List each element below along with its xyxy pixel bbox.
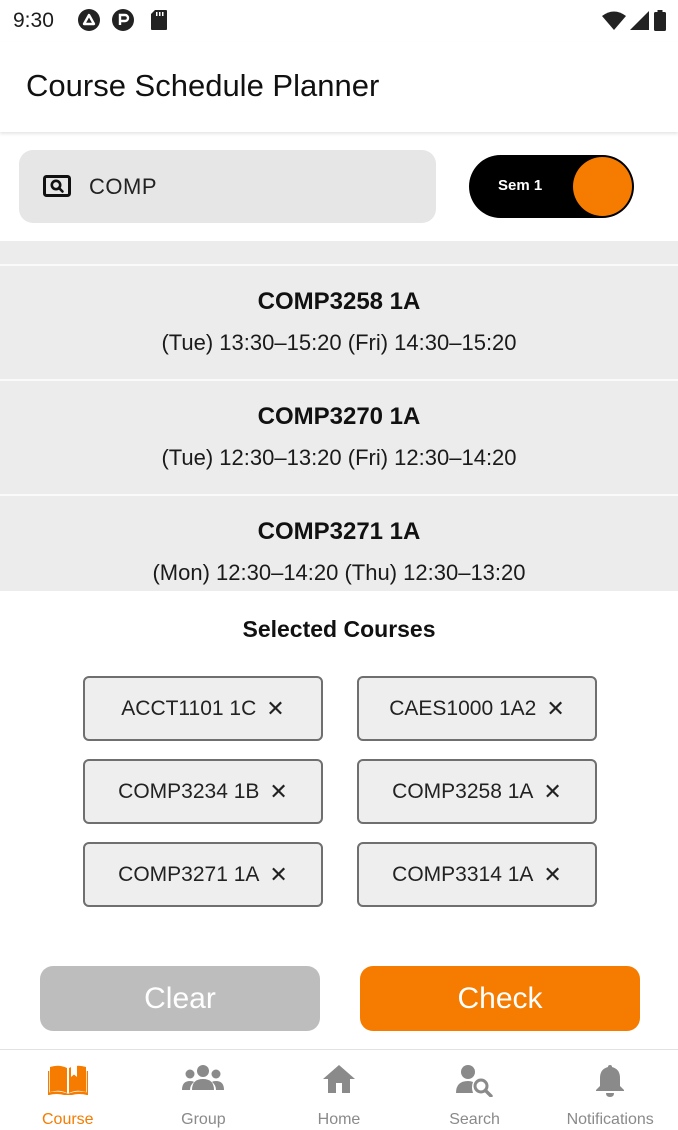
nav-label: Course: [42, 1111, 94, 1128]
chip-label: COMP3271 1A: [118, 862, 260, 886]
selected-course-chip[interactable]: COMP3271 1A ✕: [83, 842, 323, 907]
status-indicators: [602, 10, 666, 36]
people-icon: [181, 1063, 225, 1098]
app-bar: Course Schedule Planner: [0, 42, 678, 132]
nav-item-group[interactable]: Group: [136, 1050, 272, 1130]
course-time: (Mon) 12:30–14:20 (Thu) 12:30–13:20: [152, 560, 526, 585]
remove-icon[interactable]: ✕: [269, 779, 287, 805]
nav-label: Group: [181, 1111, 226, 1128]
course-list-item[interactable]: COMP3270 1A (Tue) 12:30–13:20 (Fri) 12:3…: [0, 381, 678, 496]
status-bar: 9:30: [0, 0, 678, 42]
chip-label: COMP3314 1A: [392, 862, 534, 886]
person-search-icon: [455, 1063, 494, 1102]
selected-course-chip[interactable]: ACCT1101 1C ✕: [83, 676, 323, 741]
nav-label: Notifications: [566, 1111, 654, 1128]
search-input[interactable]: [89, 174, 409, 200]
selected-courses-heading: Selected Courses: [242, 616, 436, 642]
sd-card-icon: [150, 9, 172, 31]
chip-label: ACCT1101 1C: [121, 696, 257, 720]
clear-button[interactable]: Clear: [40, 966, 320, 1031]
remove-icon[interactable]: ✕: [269, 862, 287, 888]
selected-course-chip[interactable]: COMP3234 1B ✕: [83, 759, 323, 824]
list-item-partial[interactable]: [0, 241, 678, 266]
home-icon: [321, 1063, 357, 1100]
chip-label: COMP3234 1B: [118, 779, 260, 803]
nav-label: Home: [317, 1111, 361, 1128]
remove-icon[interactable]: ✕: [543, 862, 561, 888]
course-code: COMP3270 1A: [257, 403, 421, 430]
remove-icon[interactable]: ✕: [543, 779, 561, 805]
selected-course-chip[interactable]: CAES1000 1A2 ✕: [357, 676, 597, 741]
app-notification-icon-2: [112, 9, 134, 31]
bell-icon: [594, 1063, 626, 1102]
nav-item-course[interactable]: Course: [0, 1050, 136, 1130]
nav-item-home[interactable]: Home: [271, 1050, 407, 1130]
selected-courses-chips: ACCT1101 1C ✕ CAES1000 1A2 ✕ COMP3234 1B…: [83, 676, 597, 907]
selected-course-chip[interactable]: COMP3258 1A ✕: [357, 759, 597, 824]
chip-label: CAES1000 1A2: [389, 696, 537, 720]
nav-item-notifications[interactable]: Notifications: [542, 1050, 678, 1130]
course-results-list[interactable]: COMP3258 1A (Tue) 13:30–15:20 (Fri) 14:3…: [0, 241, 678, 591]
course-code: COMP3271 1A: [257, 518, 421, 545]
semester-toggle-label: Sem 1: [498, 177, 543, 194]
page-title: Course Schedule Planner: [26, 68, 380, 103]
book-icon: [46, 1063, 90, 1100]
course-time: (Tue) 12:30–13:20 (Fri) 12:30–14:20: [161, 445, 517, 470]
app-notification-icon: [78, 9, 100, 31]
battery-icon: [654, 10, 666, 36]
nav-item-search[interactable]: Search: [407, 1050, 543, 1130]
course-time: (Tue) 13:30–15:20 (Fri) 14:30–15:20: [161, 330, 517, 355]
wifi-icon: [602, 11, 626, 36]
search-bar[interactable]: [19, 150, 436, 223]
course-code: COMP3258 1A: [257, 288, 421, 315]
remove-icon[interactable]: ✕: [546, 696, 564, 722]
course-list-item[interactable]: COMP3258 1A (Tue) 13:30–15:20 (Fri) 14:3…: [0, 266, 678, 381]
search-icon: [43, 175, 71, 202]
bottom-navigation: Course Group Home Search Notifications: [0, 1049, 678, 1130]
chip-label: COMP3258 1A: [392, 779, 534, 803]
toggle-knob[interactable]: [573, 157, 632, 216]
semester-toggle[interactable]: Sem 1: [469, 155, 634, 218]
remove-icon[interactable]: ✕: [266, 696, 284, 722]
course-list-item[interactable]: COMP3271 1A (Mon) 12:30–14:20 (Thu) 12:3…: [0, 496, 678, 591]
nav-label: Search: [449, 1111, 500, 1128]
cellular-signal-icon: [630, 10, 650, 36]
selected-course-chip[interactable]: COMP3314 1A ✕: [357, 842, 597, 907]
check-button[interactable]: Check: [360, 966, 640, 1031]
status-time: 9:30: [13, 9, 54, 32]
